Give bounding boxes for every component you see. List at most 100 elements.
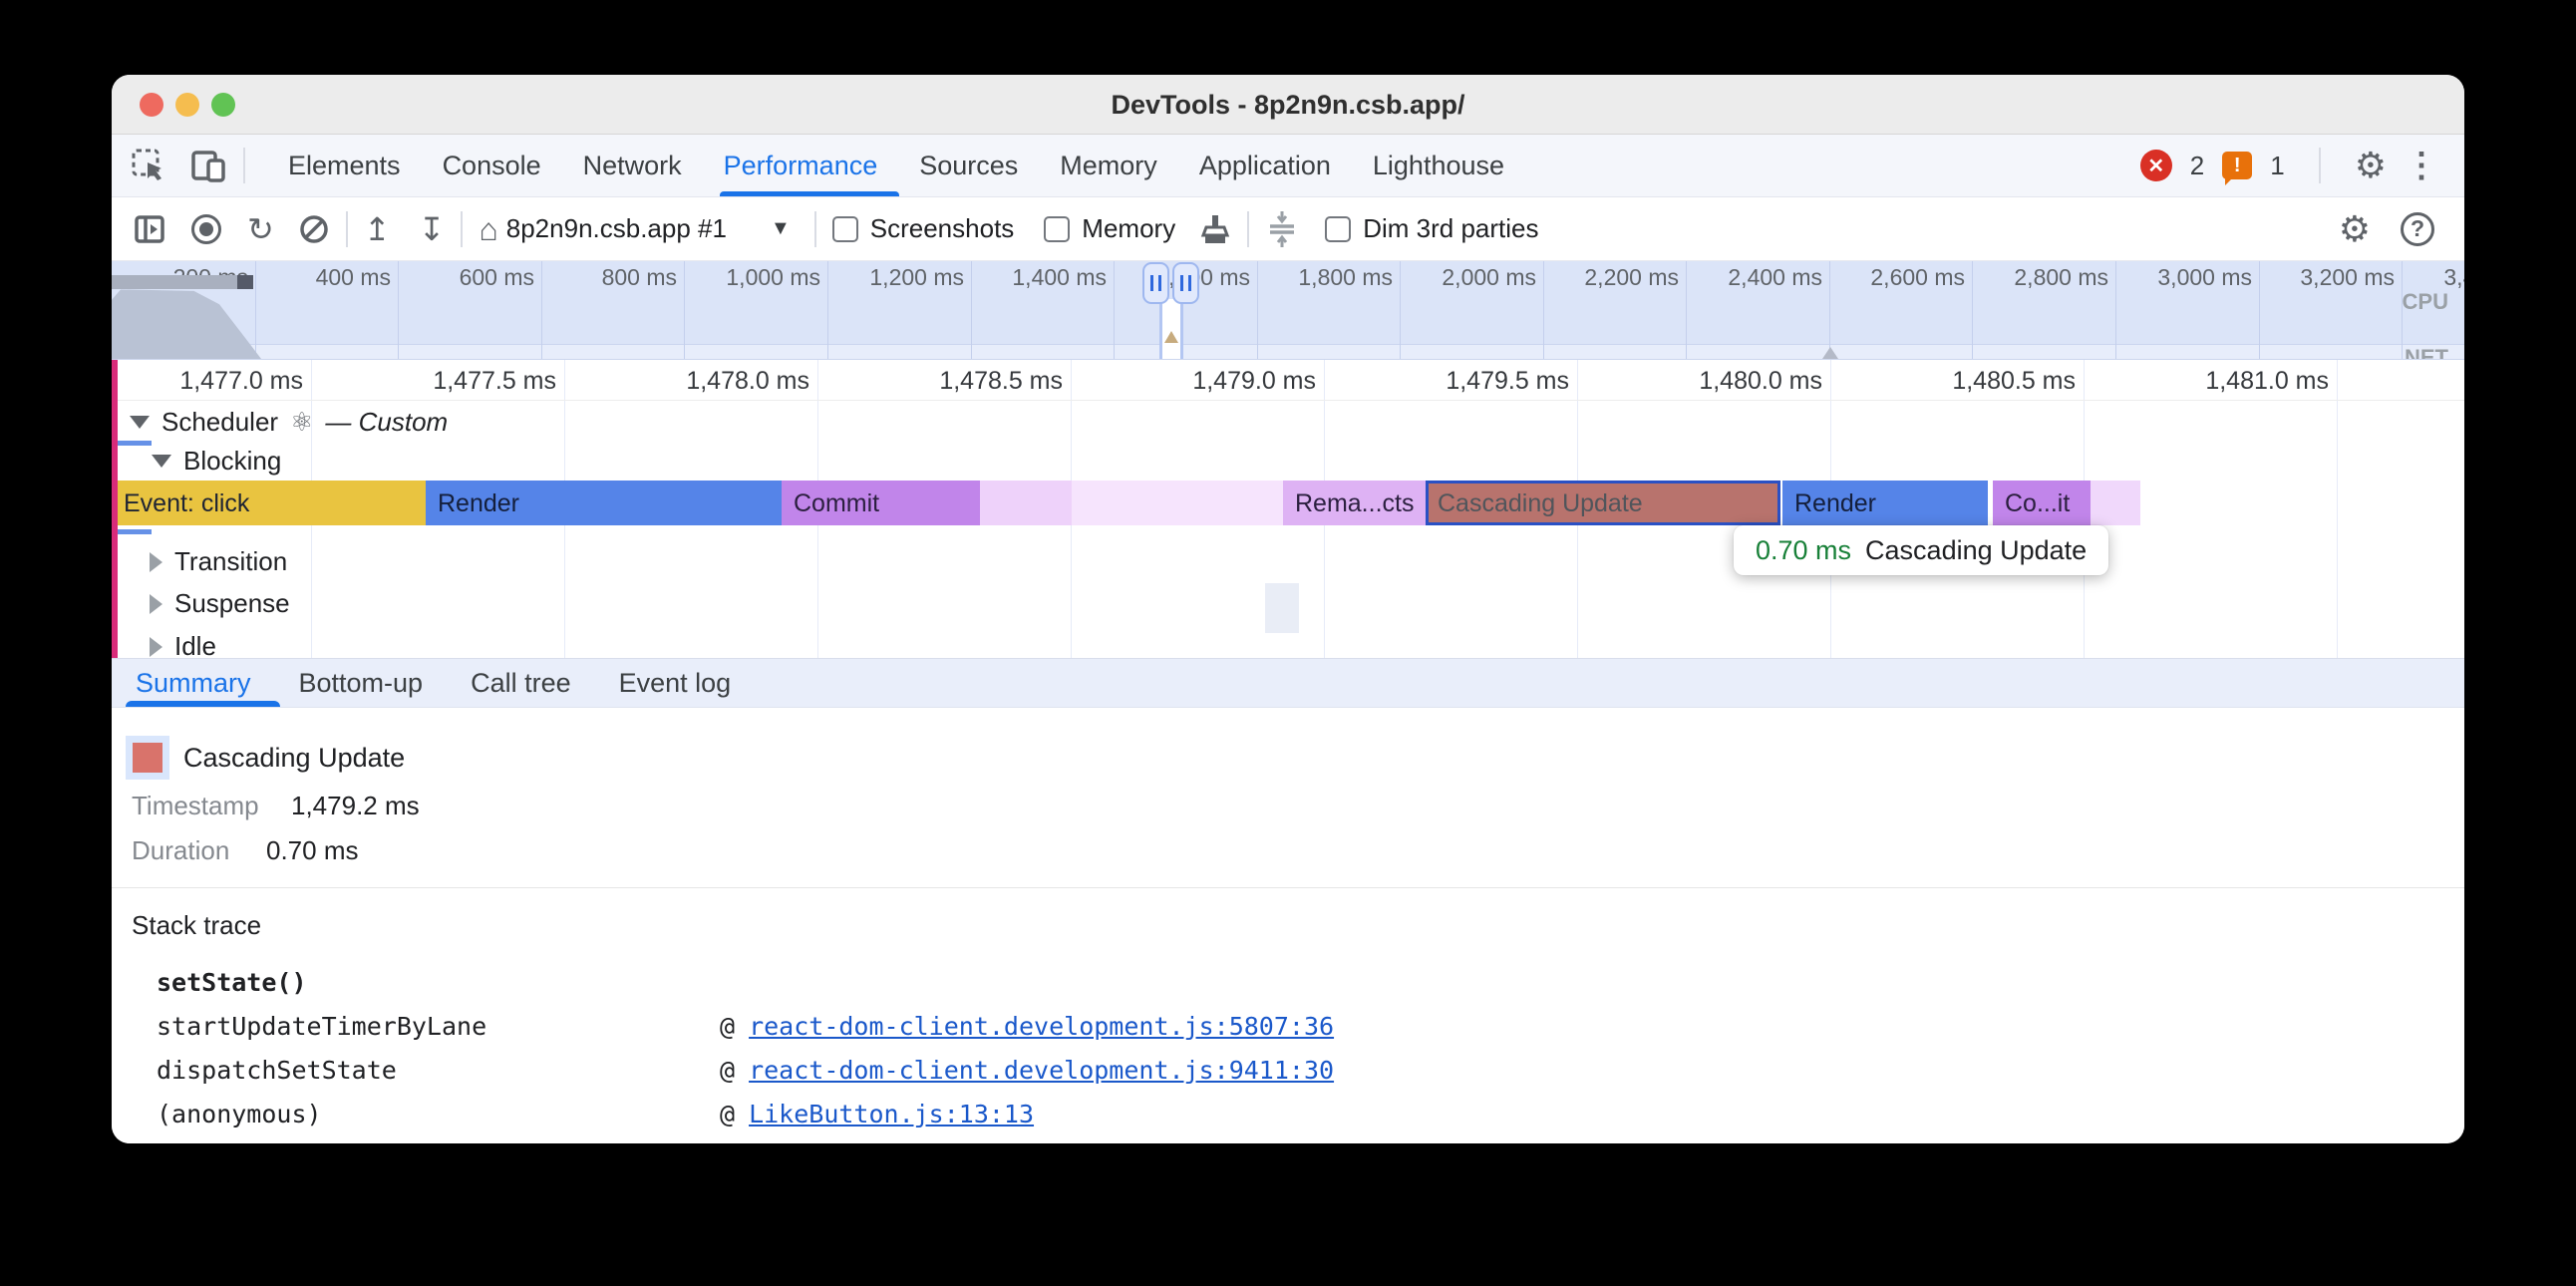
triangle-right-icon[interactable]: [150, 594, 162, 614]
divider: [461, 211, 463, 247]
flame-event-bar[interactable]: [1072, 481, 1283, 525]
flame-event-bar[interactable]: [980, 481, 1072, 525]
gridline: [2259, 261, 2260, 360]
flame-chart-tracks[interactable]: Scheduler ⚛ — Custom Blocking Event: cli…: [112, 401, 2464, 658]
bottom-tab[interactable]: Bottom-up: [299, 659, 424, 707]
summary-event-name: Cascading Update: [183, 743, 405, 774]
ruler-tick-label: 1,481.0 ms: [2205, 367, 2337, 396]
selection-right-handle[interactable]: [1172, 262, 1199, 304]
devtools-tab-bar: ElementsConsoleNetworkPerformanceSources…: [112, 135, 2464, 197]
stack-frame-source-link[interactable]: LikeButton.js:13:13: [749, 1100, 1034, 1128]
duration-label: Duration: [132, 835, 229, 866]
collapsed-lane-row[interactable]: Transition: [150, 546, 287, 577]
ruler-tick-label: 1,480.0 ms: [1699, 367, 1830, 396]
stack-frame-source-link[interactable]: react-dom-client.development.js:5807:36: [749, 1012, 1334, 1041]
cpu-activity-graph: [112, 285, 261, 359]
dim-3rd-parties-checkbox[interactable]: [1325, 216, 1351, 242]
screenshots-checkbox-row[interactable]: Screenshots: [832, 213, 1015, 244]
load-profile-icon[interactable]: ↥: [364, 213, 391, 245]
flame-event-bar[interactable]: Render: [1782, 481, 1988, 525]
duration-value: 0.70 ms: [266, 835, 359, 866]
warning-count: 1: [2270, 151, 2284, 181]
toggle-sidebar-icon[interactable]: [134, 213, 165, 245]
gridline: [1829, 261, 1830, 360]
panel-tab[interactable]: Elements: [267, 135, 422, 196]
gridline: [541, 261, 542, 360]
performance-toolbar: ↻ ↥ ↧ ⌂ 8p2n9n.csb.app #1 ▼ Screenshots …: [112, 197, 2464, 261]
flame-event-bar[interactable]: Render: [426, 481, 782, 525]
flame-event-bar[interactable]: [2091, 481, 2140, 525]
help-icon[interactable]: ?: [2401, 212, 2434, 246]
live-metrics-home-icon[interactable]: ⌂: [479, 213, 497, 245]
overview-tick-label: 2,400 ms: [1728, 264, 1829, 291]
bottom-tab[interactable]: Call tree: [471, 659, 571, 707]
overview-tick-label: 800 ms: [602, 264, 684, 291]
console-warnings-icon[interactable]: !: [2222, 152, 2252, 179]
panel-tab[interactable]: Performance: [703, 135, 899, 196]
timestamp-label: Timestamp: [132, 791, 259, 821]
panel-tab[interactable]: Lighthouse: [1352, 135, 1525, 196]
gridline: [1686, 261, 1687, 360]
scheduler-track-label: Scheduler: [161, 407, 278, 438]
collapse-sections-icon[interactable]: [1265, 210, 1299, 248]
memory-checkbox[interactable]: [1044, 216, 1070, 242]
memory-checkbox-row[interactable]: Memory: [1044, 213, 1175, 244]
lane-label: Suspense: [174, 588, 290, 619]
detail-time-ruler[interactable]: 1,477.0 ms1,477.5 ms1,478.0 ms1,478.5 ms…: [112, 360, 2464, 401]
inspect-element-icon[interactable]: [132, 149, 165, 182]
react-atom-icon: ⚛: [290, 407, 313, 438]
profile-select-value: 8p2n9n.csb.app #1: [506, 213, 727, 244]
triangle-down-icon[interactable]: [152, 455, 171, 468]
ruler-tick-label: 1,477.5 ms: [433, 367, 564, 396]
flame-event-bar[interactable]: Commit: [782, 481, 980, 525]
capture-settings-gear-icon[interactable]: ⚙: [2339, 211, 2371, 247]
scheduler-track-header[interactable]: Scheduler ⚛ — Custom: [130, 407, 448, 438]
blocking-lane-header[interactable]: Blocking: [152, 446, 281, 477]
gridline: [255, 261, 256, 360]
collect-garbage-icon[interactable]: [1199, 212, 1231, 246]
stack-frame-source-link[interactable]: react-dom-client.development.js:9411:30: [749, 1056, 1334, 1085]
flame-event-bar[interactable]: Rema...cts: [1283, 481, 1426, 525]
dim-3rd-parties-checkbox-row[interactable]: Dim 3rd parties: [1325, 213, 1538, 244]
active-tab-indicator: [720, 191, 899, 196]
triangle-right-icon[interactable]: [150, 552, 162, 572]
collapsed-lane-row[interactable]: Suspense: [150, 588, 290, 619]
window-title: DevTools - 8p2n9n.csb.app/: [112, 75, 2464, 135]
console-errors-icon[interactable]: ✕: [2140, 150, 2172, 181]
profile-select[interactable]: 8p2n9n.csb.app #1 ▼: [506, 213, 791, 244]
selection-left-handle[interactable]: [1142, 262, 1169, 304]
record-button[interactable]: [191, 214, 221, 244]
save-profile-icon[interactable]: ↧: [419, 213, 446, 245]
panel-tab[interactable]: Network: [562, 135, 703, 196]
reload-and-record-icon[interactable]: ↻: [247, 213, 274, 245]
gridline: [1543, 261, 1544, 360]
gridline: [1400, 261, 1401, 360]
bottom-tab[interactable]: Summary: [136, 659, 251, 707]
panel-tab[interactable]: Sources: [898, 135, 1039, 196]
tooltip-duration: 0.70 ms: [1756, 535, 1851, 566]
bottom-tab-strip: Summary Bottom-up Call tree Event log: [112, 658, 2464, 708]
flame-bar-row[interactable]: Event: clickRenderCommitRema...ctsCascad…: [112, 481, 2464, 525]
triangle-right-icon[interactable]: [150, 637, 162, 657]
flame-event-bar[interactable]: Co...it: [1993, 481, 2091, 525]
panel-tab[interactable]: Memory: [1039, 135, 1178, 196]
stack-frame-at: @: [720, 1100, 735, 1128]
zoom-selection-band[interactable]: [1159, 299, 1183, 360]
device-toolbar-icon[interactable]: [191, 149, 227, 182]
screenshots-label: Screenshots: [870, 213, 1015, 244]
flame-event-bar[interactable]: Cascading Update: [1426, 481, 1780, 525]
settings-gear-icon[interactable]: ⚙: [2355, 148, 2387, 183]
more-options-icon[interactable]: ⋮: [2405, 146, 2438, 185]
triangle-down-icon[interactable]: [130, 416, 150, 429]
clear-icon[interactable]: [298, 213, 330, 245]
screenshots-checkbox[interactable]: [832, 216, 858, 242]
overview-tick-label: 2,000 ms: [1442, 264, 1543, 291]
track-focus-dash: [114, 441, 152, 446]
bottom-tab[interactable]: Event log: [619, 659, 732, 707]
panel-tab[interactable]: Console: [422, 135, 562, 196]
flame-event-bar[interactable]: Event: click: [112, 481, 426, 525]
timestamp-value: 1,479.2 ms: [291, 791, 420, 821]
timeline-overview[interactable]: 200 ms400 ms600 ms800 ms1,000 ms1,200 ms…: [112, 261, 2464, 360]
panel-tab[interactable]: Application: [1178, 135, 1352, 196]
overview-tick-label: 2,200 ms: [1584, 264, 1686, 291]
